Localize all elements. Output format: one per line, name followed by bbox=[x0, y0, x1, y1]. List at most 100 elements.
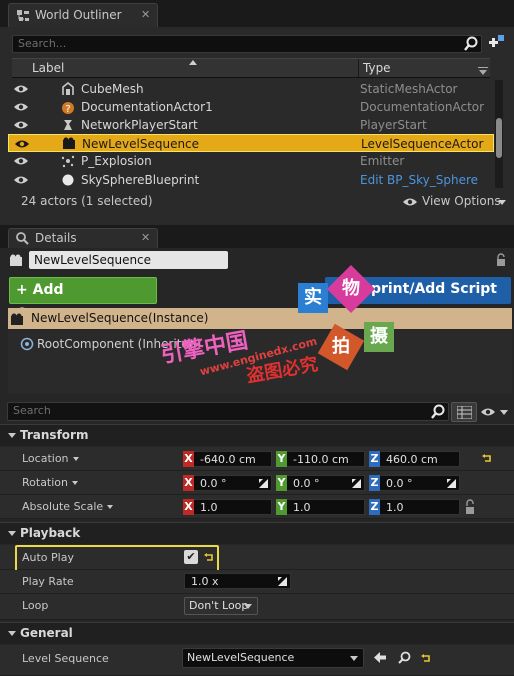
location-x-field[interactable]: -640.0 cm bbox=[194, 451, 272, 467]
watermark-stamp-text: 物 bbox=[342, 278, 360, 299]
actor-name-field[interactable]: NewLevelSequence bbox=[29, 251, 228, 269]
close-icon[interactable]: ✕ bbox=[141, 232, 151, 243]
details-search-input[interactable]: Search bbox=[7, 402, 449, 421]
column-type[interactable]: Type bbox=[363, 61, 391, 75]
rotation-x-field[interactable]: 0.0 ° bbox=[194, 475, 272, 491]
rotation-z-field[interactable]: 0.0 ° bbox=[380, 475, 460, 491]
level-sequence-icon bbox=[61, 136, 77, 152]
location-label[interactable]: Location bbox=[22, 452, 79, 465]
spin-icon[interactable] bbox=[447, 479, 456, 488]
play-rate-field[interactable]: 1.0 x bbox=[184, 573, 291, 589]
property-row-location: Location X -640.0 cm Y -110.0 cm Z 460.0… bbox=[0, 447, 514, 471]
level-sequence-label: Level Sequence bbox=[22, 652, 109, 665]
outliner-row[interactable]: NetworkPlayerStart PlayerStart bbox=[8, 116, 494, 134]
outliner-scrollbar[interactable] bbox=[495, 80, 503, 188]
chevron-down-icon bbox=[244, 604, 252, 609]
instance-row[interactable]: NewLevelSequence(Instance) bbox=[8, 308, 512, 329]
reset-to-default-icon[interactable] bbox=[421, 653, 431, 663]
watermark-stamp-text: 拍 bbox=[332, 336, 350, 357]
visibility-eye-icon[interactable] bbox=[14, 139, 30, 149]
chevron-down-icon bbox=[72, 457, 79, 461]
row-label: NetworkPlayerStart bbox=[81, 118, 198, 132]
edit-blueprint-link[interactable]: Edit BP_Sky_Sphere bbox=[360, 171, 478, 189]
spin-icon[interactable] bbox=[278, 577, 287, 586]
property-row-rotation: Rotation X 0.0 ° Y 0.0 ° Z 0.0 ° bbox=[0, 471, 514, 495]
reset-to-default-icon[interactable] bbox=[204, 552, 214, 562]
property-row-loop: Loop Don't Loop bbox=[0, 594, 514, 620]
section-transform[interactable]: Transform bbox=[0, 424, 514, 446]
close-icon[interactable]: ✕ bbox=[141, 9, 151, 20]
visibility-eye-icon[interactable] bbox=[13, 156, 29, 166]
chevron-down-icon bbox=[498, 200, 506, 205]
play-rate-value: 1.0 x bbox=[191, 575, 219, 588]
spin-icon[interactable] bbox=[259, 479, 268, 488]
collapse-arrow-icon[interactable] bbox=[8, 531, 16, 536]
column-separator[interactable] bbox=[358, 59, 359, 77]
visibility-filter-button[interactable] bbox=[480, 404, 512, 420]
column-label[interactable]: Label bbox=[32, 61, 64, 75]
scale-y-field[interactable]: 1.0 bbox=[287, 499, 365, 515]
visibility-eye-icon[interactable] bbox=[13, 102, 29, 112]
search-icon[interactable] bbox=[463, 36, 479, 52]
row-label: SkySphereBlueprint bbox=[81, 173, 200, 187]
loop-value: Don't Loop bbox=[189, 599, 249, 612]
location-x-value: -640.0 cm bbox=[200, 453, 256, 466]
loop-dropdown[interactable]: Don't Loop bbox=[184, 597, 258, 615]
collapse-arrow-icon[interactable] bbox=[8, 631, 16, 636]
tab-details[interactable]: Details ✕ bbox=[8, 228, 158, 248]
tab-world-outliner[interactable]: World Outliner ✕ bbox=[8, 3, 158, 28]
rotation-label[interactable]: Rotation bbox=[22, 476, 79, 489]
outliner-row-selected[interactable]: NewLevelSequence LevelSequenceActor bbox=[8, 134, 494, 152]
location-y-field[interactable]: -110.0 cm bbox=[287, 451, 365, 467]
visibility-eye-icon[interactable] bbox=[13, 175, 29, 185]
location-z-value: 460.0 cm bbox=[386, 453, 438, 466]
lock-icon[interactable] bbox=[495, 253, 507, 267]
use-selected-arrow-icon[interactable] bbox=[374, 652, 386, 663]
add-actor-icon[interactable] bbox=[486, 34, 506, 52]
row-type: PlayerStart bbox=[360, 118, 427, 132]
scale-label[interactable]: Absolute Scale bbox=[22, 500, 114, 513]
details-search-placeholder: Search bbox=[13, 404, 51, 417]
level-sequence-asset-dropdown[interactable]: NewLevelSequence bbox=[182, 648, 364, 668]
section-playback[interactable]: Playback bbox=[0, 522, 514, 544]
visibility-eye-icon[interactable] bbox=[13, 120, 29, 130]
scale-x-value: 1.0 bbox=[200, 501, 218, 514]
reset-to-default-icon[interactable] bbox=[482, 453, 492, 463]
chevron-down-icon bbox=[500, 410, 508, 415]
outliner-row[interactable]: ? DocumentationActor1 DocumentationActor bbox=[8, 98, 494, 116]
player-start-icon bbox=[60, 117, 76, 133]
outliner-row[interactable]: P_Explosion Emitter bbox=[8, 152, 494, 170]
loop-label: Loop bbox=[22, 599, 49, 612]
scale-z-field[interactable]: 1.0 bbox=[380, 499, 460, 515]
row-type: StaticMeshActor bbox=[360, 82, 458, 96]
spin-icon[interactable] bbox=[352, 479, 361, 488]
browse-search-icon[interactable] bbox=[398, 651, 411, 664]
outliner-search-input[interactable]: Search... bbox=[12, 35, 482, 53]
visibility-eye-icon[interactable] bbox=[13, 84, 29, 94]
unlock-icon[interactable] bbox=[464, 499, 476, 515]
static-mesh-icon bbox=[60, 81, 76, 97]
auto-play-label: Auto Play bbox=[22, 551, 74, 564]
auto-play-checkbox[interactable]: ✔ bbox=[184, 550, 198, 564]
axis-y-label: Y bbox=[276, 451, 287, 467]
outliner-row[interactable]: CubeMesh StaticMeshActor bbox=[8, 80, 494, 98]
property-matrix-button[interactable] bbox=[451, 402, 477, 422]
plus-icon: + bbox=[16, 282, 28, 298]
add-component-button[interactable]: + Add Component bbox=[9, 277, 157, 322]
outliner-row[interactable]: SkySphereBlueprint Edit BP_Sky_Sphere bbox=[8, 171, 494, 189]
axis-x-label: X bbox=[183, 475, 194, 491]
scene-component-icon bbox=[20, 337, 34, 351]
rotation-y-field[interactable]: 0.0 ° bbox=[287, 475, 365, 491]
section-playback-title: Playback bbox=[20, 526, 81, 540]
property-row-scale: Absolute Scale X 1.0 Y 1.0 Z 1.0 bbox=[0, 495, 514, 519]
view-options-button[interactable]: View Options bbox=[402, 194, 508, 210]
scale-x-field[interactable]: 1.0 bbox=[194, 499, 272, 515]
collapse-arrow-icon[interactable] bbox=[8, 433, 16, 438]
row-label: P_Explosion bbox=[81, 154, 152, 168]
scrollbar-thumb[interactable] bbox=[496, 118, 502, 158]
instance-label: NewLevelSequence(Instance) bbox=[31, 311, 209, 325]
location-z-field[interactable]: 460.0 cm bbox=[380, 451, 460, 467]
column-options-icon[interactable] bbox=[478, 67, 488, 75]
section-general[interactable]: General bbox=[0, 622, 514, 644]
search-icon[interactable] bbox=[430, 404, 446, 420]
